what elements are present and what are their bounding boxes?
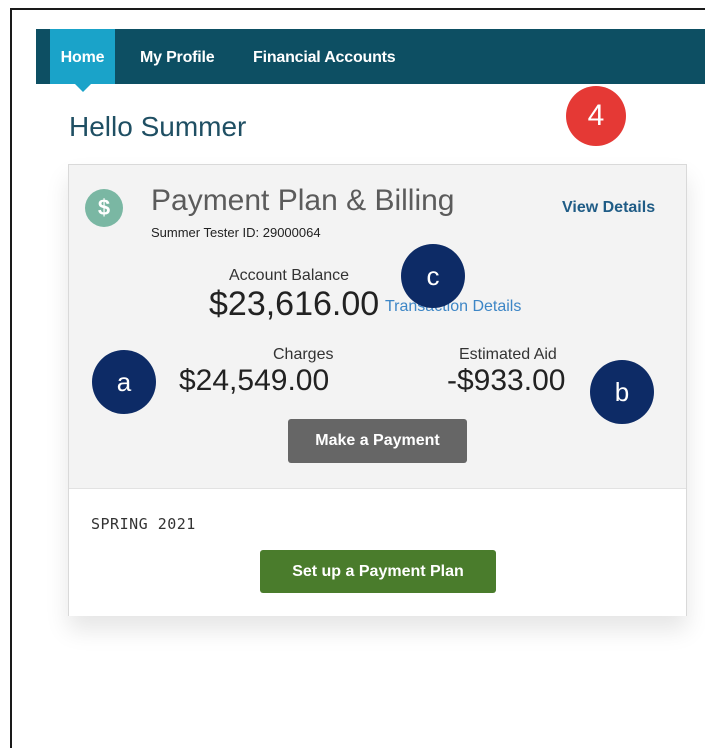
callout-marker-c: c xyxy=(401,244,465,308)
nav-home[interactable]: Home xyxy=(50,29,115,92)
step-number-badge: 4 xyxy=(566,86,626,146)
callout-marker-b: b xyxy=(590,360,654,424)
term-label: SPRING 2021 xyxy=(91,515,196,533)
nav-financial-accounts[interactable]: Financial Accounts xyxy=(253,29,396,84)
account-balance-amount: $23,616.00 xyxy=(209,285,380,323)
charges-amount: $24,549.00 xyxy=(179,364,330,397)
callout-marker-a: a xyxy=(92,350,156,414)
estimated-aid-label: Estimated Aid xyxy=(459,346,557,363)
card-title: Payment Plan & Billing xyxy=(151,184,455,217)
student-id-label: Summer Tester ID: 29000064 xyxy=(151,225,321,240)
setup-payment-plan-button[interactable]: Set up a Payment Plan xyxy=(260,550,496,593)
page-greeting: Hello Summer xyxy=(69,111,247,142)
charges-label: Charges xyxy=(273,346,334,363)
top-nav: Home My Profile Financial Accounts xyxy=(36,29,705,92)
estimated-aid-amount: -$933.00 xyxy=(447,364,566,397)
term-section: SPRING 2021 Set up a Payment Plan xyxy=(69,488,686,616)
nav-my-profile[interactable]: My Profile xyxy=(140,29,215,84)
account-balance-label: Account Balance xyxy=(229,267,350,284)
view-details-link[interactable]: View Details xyxy=(562,199,655,217)
make-payment-button[interactable]: Make a Payment xyxy=(288,419,467,463)
dollar-icon: $ xyxy=(85,189,123,227)
